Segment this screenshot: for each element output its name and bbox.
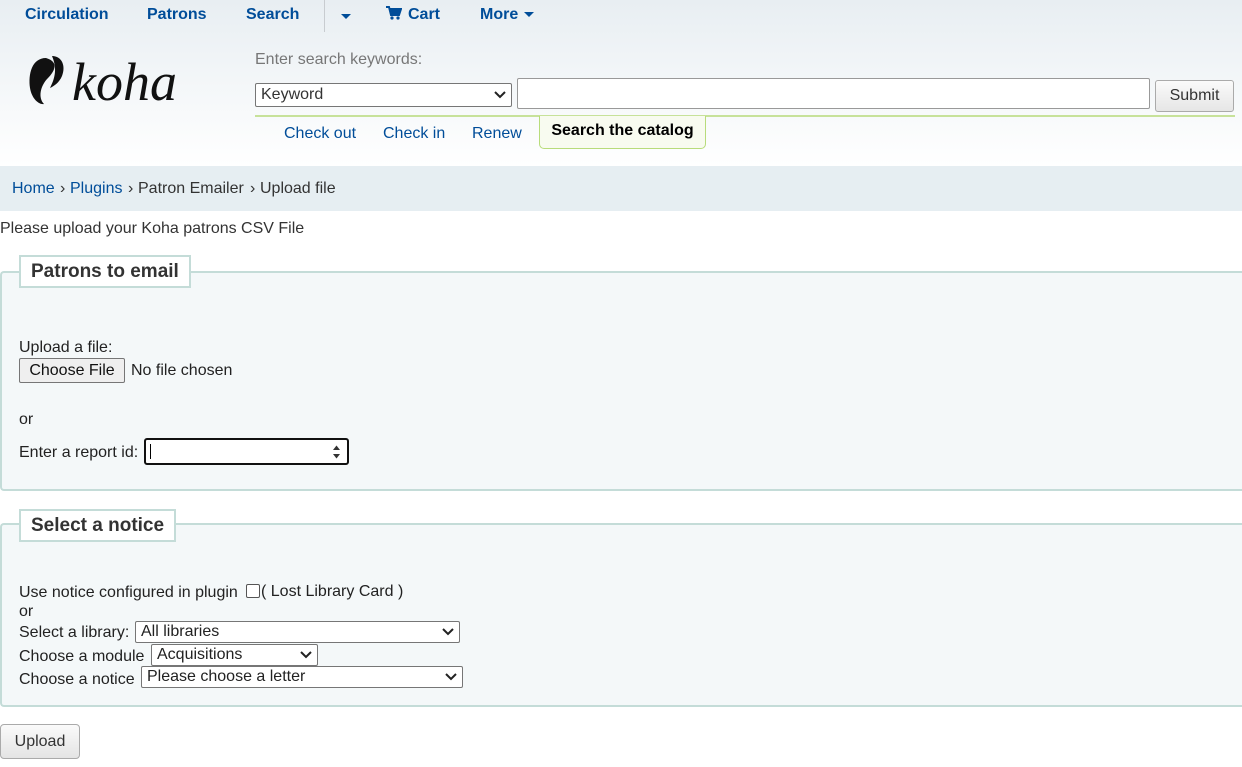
nav-more-label: More: [480, 6, 519, 23]
module-label: Choose a module: [19, 648, 145, 665]
notice-label: Choose a notice: [19, 671, 135, 688]
nav-cart[interactable]: Cart: [386, 6, 440, 24]
nav-divider: [324, 0, 325, 32]
library-label: Select a library:: [19, 624, 130, 641]
breadcrumb-separator: ›: [128, 180, 134, 197]
breadcrumb-home[interactable]: Home: [12, 180, 55, 198]
search-tabs-border: [255, 115, 1235, 117]
breadcrumb-plugins[interactable]: Plugins: [70, 180, 122, 198]
header: Circulation Patrons Search Cart More koh…: [0, 0, 1242, 166]
tab-search-catalog[interactable]: Search the catalog: [539, 116, 706, 149]
search-type-value: Keyword: [261, 86, 324, 103]
nav-search[interactable]: Search: [246, 6, 299, 24]
breadcrumb-separator: ›: [60, 180, 66, 197]
intro-text: Please upload your Koha patrons CSV File: [0, 220, 305, 237]
breadcrumb-plugin: Patron Emailer: [138, 180, 244, 197]
breadcrumb: Home › Plugins › Patron Emailer › Upload…: [0, 166, 1242, 211]
notice-select[interactable]: Please choose a letter: [141, 666, 463, 688]
chevron-down-icon: [494, 91, 506, 99]
nav-cart-label: Cart: [408, 6, 441, 23]
library-select[interactable]: All libraries: [135, 621, 460, 643]
koha-logo[interactable]: koha: [28, 50, 218, 110]
chevron-down-icon: [524, 12, 535, 18]
search-input[interactable]: [517, 78, 1150, 109]
choose-file-button[interactable]: Choose File: [19, 358, 125, 383]
text-cursor: [150, 444, 151, 459]
notice-legend: Select a notice: [19, 509, 177, 542]
notice-select-value: Please choose a letter: [147, 668, 306, 685]
tab-check-in[interactable]: Check in: [383, 125, 445, 143]
use-notice-value: ( Lost Library Card ): [261, 583, 404, 600]
search-label: Enter search keywords:: [255, 51, 423, 68]
report-id-label: Enter a report id:: [19, 444, 139, 461]
or-text: or: [19, 411, 34, 428]
report-id-input[interactable]: [144, 438, 349, 465]
library-select-value: All libraries: [141, 623, 220, 640]
svg-text:koha: koha: [72, 52, 177, 110]
upload-button[interactable]: Upload: [0, 724, 80, 759]
cart-icon: [386, 6, 403, 20]
or-text: or: [19, 603, 34, 620]
nav-circulation[interactable]: Circulation: [25, 6, 109, 24]
no-file-text: No file chosen: [131, 362, 233, 379]
number-spinner-icon[interactable]: [332, 444, 341, 460]
submit-button[interactable]: Submit: [1155, 80, 1234, 112]
use-notice-label: Use notice configured in plugin: [19, 584, 238, 601]
caret-down-icon: [341, 14, 351, 20]
search-type-select[interactable]: Keyword: [255, 83, 512, 107]
tab-renew[interactable]: Renew: [472, 125, 522, 143]
breadcrumb-current: Upload file: [260, 180, 336, 197]
nav-patrons[interactable]: Patrons: [147, 6, 207, 24]
upload-file-label: Upload a file:: [19, 339, 113, 356]
breadcrumb-separator: ›: [250, 180, 256, 197]
module-select-value: Acquisitions: [157, 646, 243, 663]
use-notice-checkbox[interactable]: [246, 584, 260, 598]
chevron-down-icon: [445, 673, 457, 681]
chevron-down-icon: [300, 651, 312, 659]
nav-more[interactable]: More: [480, 6, 535, 24]
search-dropdown-toggle[interactable]: [335, 8, 351, 26]
module-select[interactable]: Acquisitions: [151, 644, 318, 666]
tab-check-out[interactable]: Check out: [284, 125, 356, 143]
chevron-down-icon: [442, 628, 454, 636]
patrons-legend: Patrons to email: [19, 255, 191, 288]
